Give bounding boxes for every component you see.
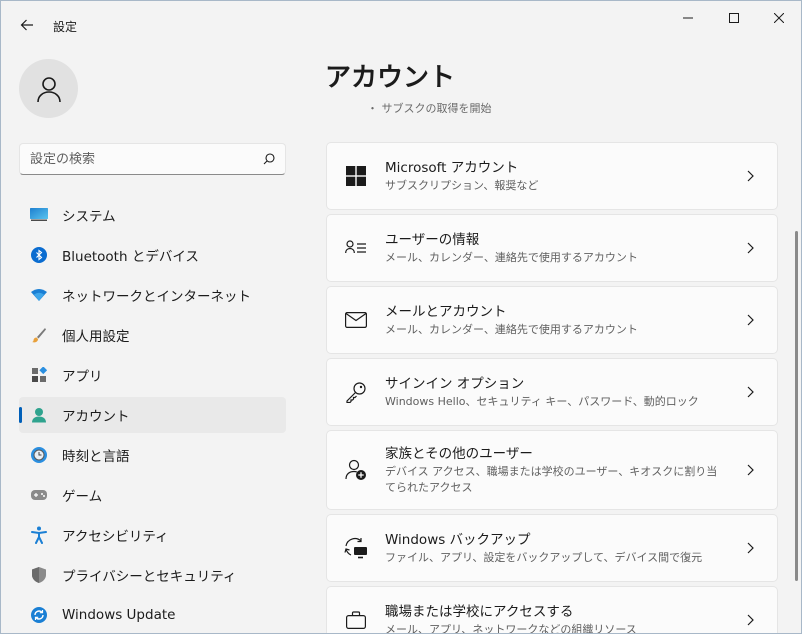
sidebar-item-system[interactable]: システム — [19, 197, 286, 233]
card-title: メールとアカウント — [385, 303, 507, 320]
time-language-icon — [29, 445, 49, 465]
key-icon — [344, 380, 368, 404]
page-title: アカウント — [325, 63, 456, 93]
card-title: Microsoft アカウント — [385, 159, 519, 176]
chevron-right-icon — [747, 614, 754, 626]
back-button[interactable] — [13, 11, 41, 39]
card-description: サブスクリプション、報奨など — [385, 178, 539, 192]
card-windows-backup[interactable]: Windows バックアップ ファイル、アプリ、設定をバックアップして、デバイス… — [326, 514, 778, 582]
app-title: 設定 — [53, 20, 78, 34]
sidebar-item-label: 個人用設定 — [62, 329, 130, 345]
title-bar: 設定 — [1, 1, 801, 49]
gamepad-icon — [29, 485, 49, 505]
sidebar-item-network[interactable]: ネットワークとインターネット — [19, 277, 286, 313]
system-icon — [29, 205, 49, 225]
card-title: 職場または学校にアクセスする — [385, 603, 574, 620]
card-title: サインイン オプション — [385, 375, 525, 392]
back-arrow-icon — [20, 19, 33, 31]
chevron-right-icon — [747, 464, 754, 476]
sidebar-item-label: 時刻と言語 — [62, 449, 130, 465]
card-description: メール、カレンダー、連絡先で使用するアカウント — [385, 250, 638, 264]
card-description: Windows Hello、セキュリティ キー、パスワード、動的ロック — [385, 394, 699, 408]
search-input[interactable] — [30, 151, 263, 167]
chevron-right-icon — [747, 170, 754, 182]
card-title: Windows バックアップ — [385, 531, 531, 548]
minimize-icon — [683, 17, 693, 19]
sidebar-item-label: システム — [62, 209, 116, 225]
sidebar-item-label: アクセシビリティ — [62, 529, 169, 545]
sidebar-item-apps[interactable]: アプリ — [19, 357, 286, 393]
bluetooth-icon — [29, 245, 49, 265]
account-settings-list: Microsoft アカウント サブスクリプション、報奨など ユーザーの情報 メ… — [326, 142, 778, 634]
accessibility-icon — [29, 525, 49, 545]
family-icon — [344, 458, 368, 482]
account-icon — [29, 405, 49, 425]
avatar[interactable] — [19, 59, 78, 118]
mail-icon — [344, 308, 368, 332]
sidebar-item-accessibility[interactable]: アクセシビリティ — [19, 517, 286, 553]
sidebar-item-label: アプリ — [62, 369, 103, 385]
sidebar-item-accounts[interactable]: アカウント — [19, 397, 286, 433]
scrollbar[interactable] — [795, 231, 798, 581]
sidebar-item-windows-update[interactable]: Windows Update — [19, 597, 286, 633]
card-microsoft-account[interactable]: Microsoft アカウント サブスクリプション、報奨など — [326, 142, 778, 210]
apps-icon — [29, 365, 49, 385]
sidebar-item-time-language[interactable]: 時刻と言語 — [19, 437, 286, 473]
sidebar-item-label: ネットワークとインターネット — [62, 289, 251, 305]
settings-window: 設定 システム — [0, 0, 802, 634]
card-title: ユーザーの情報 — [385, 231, 480, 248]
chevron-right-icon — [747, 242, 754, 254]
maximize-button[interactable] — [711, 3, 757, 33]
briefcase-icon — [344, 608, 368, 632]
user-info-icon — [344, 236, 368, 260]
card-description: メール、アプリ、ネットワークなどの組織リソース — [385, 622, 637, 634]
card-access-work-school[interactable]: 職場または学校にアクセスする メール、アプリ、ネットワークなどの組織リソース — [326, 586, 778, 634]
sidebar-item-label: アカウント — [62, 409, 130, 425]
sidebar-item-label: Windows Update — [62, 607, 176, 623]
minimize-button[interactable] — [665, 3, 711, 33]
scrolled-text: ・ サブスクの取得を開始 — [367, 102, 492, 113]
network-icon — [29, 285, 49, 305]
search-icon[interactable] — [263, 153, 275, 165]
sidebar-item-label: Bluetooth とデバイス — [62, 249, 199, 265]
card-title: 家族とその他のユーザー — [385, 445, 533, 462]
chevron-right-icon — [747, 314, 754, 326]
close-button[interactable] — [756, 3, 801, 33]
card-description: メール、カレンダー、連絡先で使用するアカウント — [385, 322, 638, 336]
backup-icon — [344, 536, 368, 560]
card-sign-in-options[interactable]: サインイン オプション Windows Hello、セキュリティ キー、パスワー… — [326, 358, 778, 426]
windows-logo-icon — [344, 164, 368, 188]
card-description: ファイル、アプリ、設定をバックアップして、デバイス間で復元 — [385, 550, 703, 564]
chevron-right-icon — [747, 542, 754, 554]
chevron-right-icon — [747, 386, 754, 398]
update-icon — [29, 605, 49, 625]
sidebar-nav: システム Bluetooth とデバイス ネットワークとインターネット 個人用設… — [19, 197, 286, 633]
card-description: デバイス アクセス、職場または学校のユーザー、キオスクに割り当てられたアクセス — [385, 464, 718, 494]
card-family-other-users[interactable]: 家族とその他のユーザー デバイス アクセス、職場または学校のユーザー、キオスクに… — [326, 430, 778, 510]
brush-icon — [29, 325, 49, 345]
card-your-info[interactable]: ユーザーの情報 メール、カレンダー、連絡先で使用するアカウント — [326, 214, 778, 282]
sidebar-item-privacy[interactable]: プライバシーとセキュリティ — [19, 557, 286, 593]
sidebar-item-gaming[interactable]: ゲーム — [19, 477, 286, 513]
person-icon — [36, 76, 61, 102]
search-box[interactable] — [19, 143, 286, 175]
sidebar-item-label: プライバシーとセキュリティ — [62, 569, 237, 585]
card-email-accounts[interactable]: メールとアカウント メール、カレンダー、連絡先で使用するアカウント — [326, 286, 778, 354]
sidebar-item-personalization[interactable]: 個人用設定 — [19, 317, 286, 353]
maximize-icon — [729, 13, 739, 23]
sidebar-item-bluetooth[interactable]: Bluetooth とデバイス — [19, 237, 286, 273]
close-icon — [774, 13, 784, 23]
sidebar-item-label: ゲーム — [62, 489, 103, 505]
shield-icon — [29, 565, 49, 585]
